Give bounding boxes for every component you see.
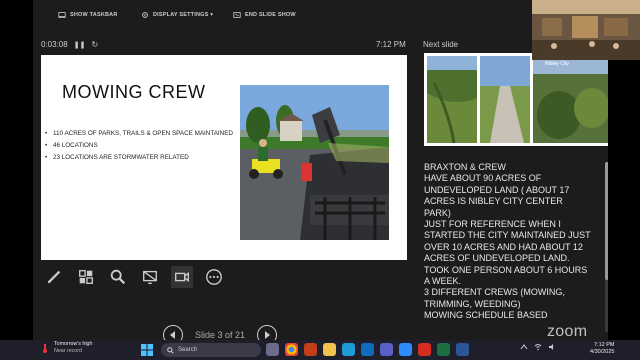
zoom-logo: zoom <box>547 323 588 340</box>
timer-row: 0:03:08 ❚❚ ↻ <box>41 40 98 49</box>
magnifier-icon <box>110 269 126 285</box>
pinned-apps <box>266 343 469 356</box>
word-icon[interactable] <box>456 343 469 356</box>
pen-tool-button[interactable] <box>43 266 65 288</box>
elapsed-timer: 0:03:08 <box>41 40 68 49</box>
camera-icon <box>175 272 189 282</box>
mower-photo <box>240 85 389 240</box>
file-explorer-icon[interactable] <box>323 343 336 356</box>
presenter-view: SHOW TASKBAR DISPLAY SETTINGS ▾ END SLID… <box>33 0 617 345</box>
weather-widget[interactable]: Tomorrow's high Near record <box>40 341 92 355</box>
task-view-icon[interactable] <box>266 343 279 356</box>
screen-off-icon <box>143 270 157 284</box>
taskbar-icon <box>58 12 66 18</box>
next-slide-photos: Nibley City <box>424 53 617 146</box>
right-margin <box>608 60 640 340</box>
slide-bullet: • 23 LOCATIONS ARE STORMWATER RELATED <box>45 153 189 161</box>
taskbar-search[interactable]: Search <box>161 343 261 357</box>
meeting-room-image <box>532 0 640 60</box>
taskbar-date: 4/30/2025 <box>590 349 615 355</box>
taskbar-clock[interactable]: 7:12 PM 4/30/2025 <box>590 342 614 356</box>
current-time: 7:12 PM <box>376 40 406 49</box>
thermometer-icon <box>43 344 47 353</box>
next-slide-caption: Nibley City <box>545 61 569 67</box>
excel-icon[interactable] <box>437 343 450 356</box>
slide-bullet: • 110 ACRES OF PARKS, TRAILS & OPEN SPACE… <box>45 130 233 137</box>
windows-taskbar: Tomorrow's high Near record Search 7:12 … <box>0 340 640 360</box>
taskbar-time: 7:12 PM <box>593 342 615 348</box>
camera-toggle-button[interactable] <box>171 266 193 288</box>
weather-subtitle: Near record <box>54 348 82 354</box>
slide-bullet: • 46 LOCATIONS <box>45 141 98 149</box>
more-icon <box>206 269 222 285</box>
speaker-notes-text: BRAXTON & CREW HAVE ABOUT 90 ACRES OF UN… <box>424 162 591 321</box>
pen-icon <box>47 270 61 284</box>
display-settings-label: DISPLAY SETTINGS ▾ <box>153 12 214 18</box>
end-slide-show-label: END SLIDE SHOW <box>245 12 296 18</box>
next-slide-label: Next slide <box>423 40 459 49</box>
restart-timer-icon[interactable]: ↻ <box>91 40 98 49</box>
end-show-icon <box>233 12 241 18</box>
zoom-video-feed <box>532 0 640 60</box>
next-slide-preview[interactable]: Nibley City <box>424 53 617 146</box>
presenter-tools <box>43 266 225 288</box>
more-options-button[interactable] <box>203 266 225 288</box>
volume-icon[interactable] <box>548 343 556 351</box>
display-settings-button[interactable]: DISPLAY SETTINGS ▾ <box>141 11 213 19</box>
see-all-slides-button[interactable] <box>75 266 97 288</box>
speaker-notes[interactable]: BRAXTON & CREW HAVE ABOUT 90 ACRES OF UN… <box>424 158 592 333</box>
search-icon <box>167 346 174 354</box>
pause-icon[interactable]: ❚❚ <box>74 41 86 49</box>
chrome-icon[interactable] <box>285 343 298 356</box>
chevron-up-icon[interactable] <box>520 343 528 351</box>
show-taskbar-label: SHOW TASKBAR <box>70 12 118 18</box>
zoom-app-icon[interactable] <box>399 343 412 356</box>
show-taskbar-button[interactable]: SHOW TASKBAR <box>58 11 118 19</box>
zoom-slide-button[interactable] <box>107 266 129 288</box>
slide-counter: Slide 3 of 21 <box>195 330 246 340</box>
grid-icon <box>79 270 93 284</box>
system-tray <box>520 343 556 351</box>
left-margin <box>0 0 33 340</box>
end-slide-show-button[interactable]: END SLIDE SHOW <box>233 11 296 19</box>
teams-icon[interactable] <box>380 343 393 356</box>
current-slide: MOWING CREW • 110 ACRES OF PARKS, TRAILS … <box>41 55 407 260</box>
presenter-toolbar: SHOW TASKBAR DISPLAY SETTINGS ▾ END SLID… <box>33 0 533 30</box>
weather-title: Tomorrow's high <box>54 341 93 347</box>
windows-start-icon[interactable] <box>141 344 153 356</box>
slide-bullet-list: • 110 ACRES OF PARKS, TRAILS & OPEN SPACE… <box>45 130 245 166</box>
outlook-icon[interactable] <box>361 343 374 356</box>
wifi-icon[interactable] <box>534 343 542 351</box>
acrobat-icon[interactable] <box>418 343 431 356</box>
search-placeholder: Search <box>178 347 198 353</box>
black-screen-button[interactable] <box>139 266 161 288</box>
powerpoint-icon[interactable] <box>304 343 317 356</box>
chevron-right-icon <box>265 331 271 339</box>
chevron-left-icon <box>170 331 175 339</box>
slide-title: MOWING CREW <box>62 82 206 102</box>
edge-icon[interactable] <box>342 343 355 356</box>
display-settings-icon <box>142 12 148 18</box>
